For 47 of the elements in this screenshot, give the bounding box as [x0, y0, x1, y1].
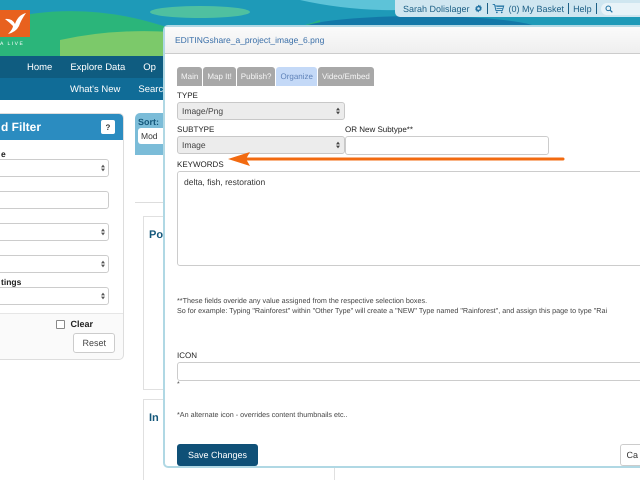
field-label: tings — [0, 277, 22, 287]
field-label: e — [0, 149, 7, 159]
nav-link[interactable]: Explore Data — [70, 62, 126, 72]
search-field[interactable] — [600, 2, 640, 14]
basket-link[interactable]: (0) My Basket — [508, 4, 564, 14]
user-name[interactable]: Sarah Dolislager — [403, 4, 470, 14]
filter-select[interactable] — [0, 223, 109, 241]
bird-logo-icon[interactable] — [0, 10, 30, 37]
cart-icon[interactable] — [492, 3, 505, 14]
filter-select[interactable] — [0, 159, 109, 177]
nav-link[interactable]: Op — [143, 62, 156, 72]
reset-button[interactable]: Reset — [73, 333, 115, 353]
sort-arrows-icon — [101, 292, 105, 300]
field-label: OR New Subtype** — [345, 125, 414, 134]
icon-field[interactable] — [177, 362, 640, 381]
panel-title: d Filter — [1, 120, 42, 134]
settings-icon[interactable] — [474, 4, 483, 13]
sort-arrows-icon — [101, 260, 105, 268]
filter-select[interactable] — [0, 255, 109, 273]
field-label: ICON — [177, 351, 197, 360]
sort-label: Sort: — [138, 117, 160, 127]
dialog-title: EDITINGshare_a_project_image_6.png — [175, 35, 324, 45]
clear-label: Clear — [70, 319, 93, 329]
help-link[interactable]: Help — [573, 4, 592, 14]
type-select[interactable]: Image/Png — [177, 102, 345, 120]
field-label: SUBTYPE — [177, 125, 214, 134]
clear-checkbox[interactable] — [56, 320, 66, 328]
card-title[interactable]: In — [149, 412, 159, 424]
keywords-field[interactable]: delta, fish, restoration — [177, 171, 640, 266]
sort-arrows-icon — [101, 228, 105, 236]
field-label: KEYWORDS — [177, 160, 224, 169]
help-button[interactable]: ? — [101, 120, 115, 134]
nav-link[interactable]: Searc — [138, 84, 164, 94]
filter-select[interactable] — [0, 287, 109, 305]
save-button[interactable]: Save Changes — [177, 444, 258, 466]
subtype-select[interactable]: Image — [177, 136, 345, 154]
card-title[interactable]: Po — [149, 229, 164, 241]
filter-input[interactable] — [0, 191, 109, 209]
field-label: TYPE — [177, 91, 198, 100]
sort-arrows-icon — [336, 141, 340, 149]
sort-arrows-icon — [101, 164, 105, 172]
nav-link[interactable]: Home — [27, 62, 52, 72]
search-icon — [604, 4, 613, 12]
nav-link[interactable]: What's New — [70, 84, 120, 94]
cancel-button[interactable]: Ca — [620, 444, 640, 466]
new-subtype-field[interactable] — [345, 136, 549, 155]
sort-arrows-icon — [336, 107, 340, 115]
